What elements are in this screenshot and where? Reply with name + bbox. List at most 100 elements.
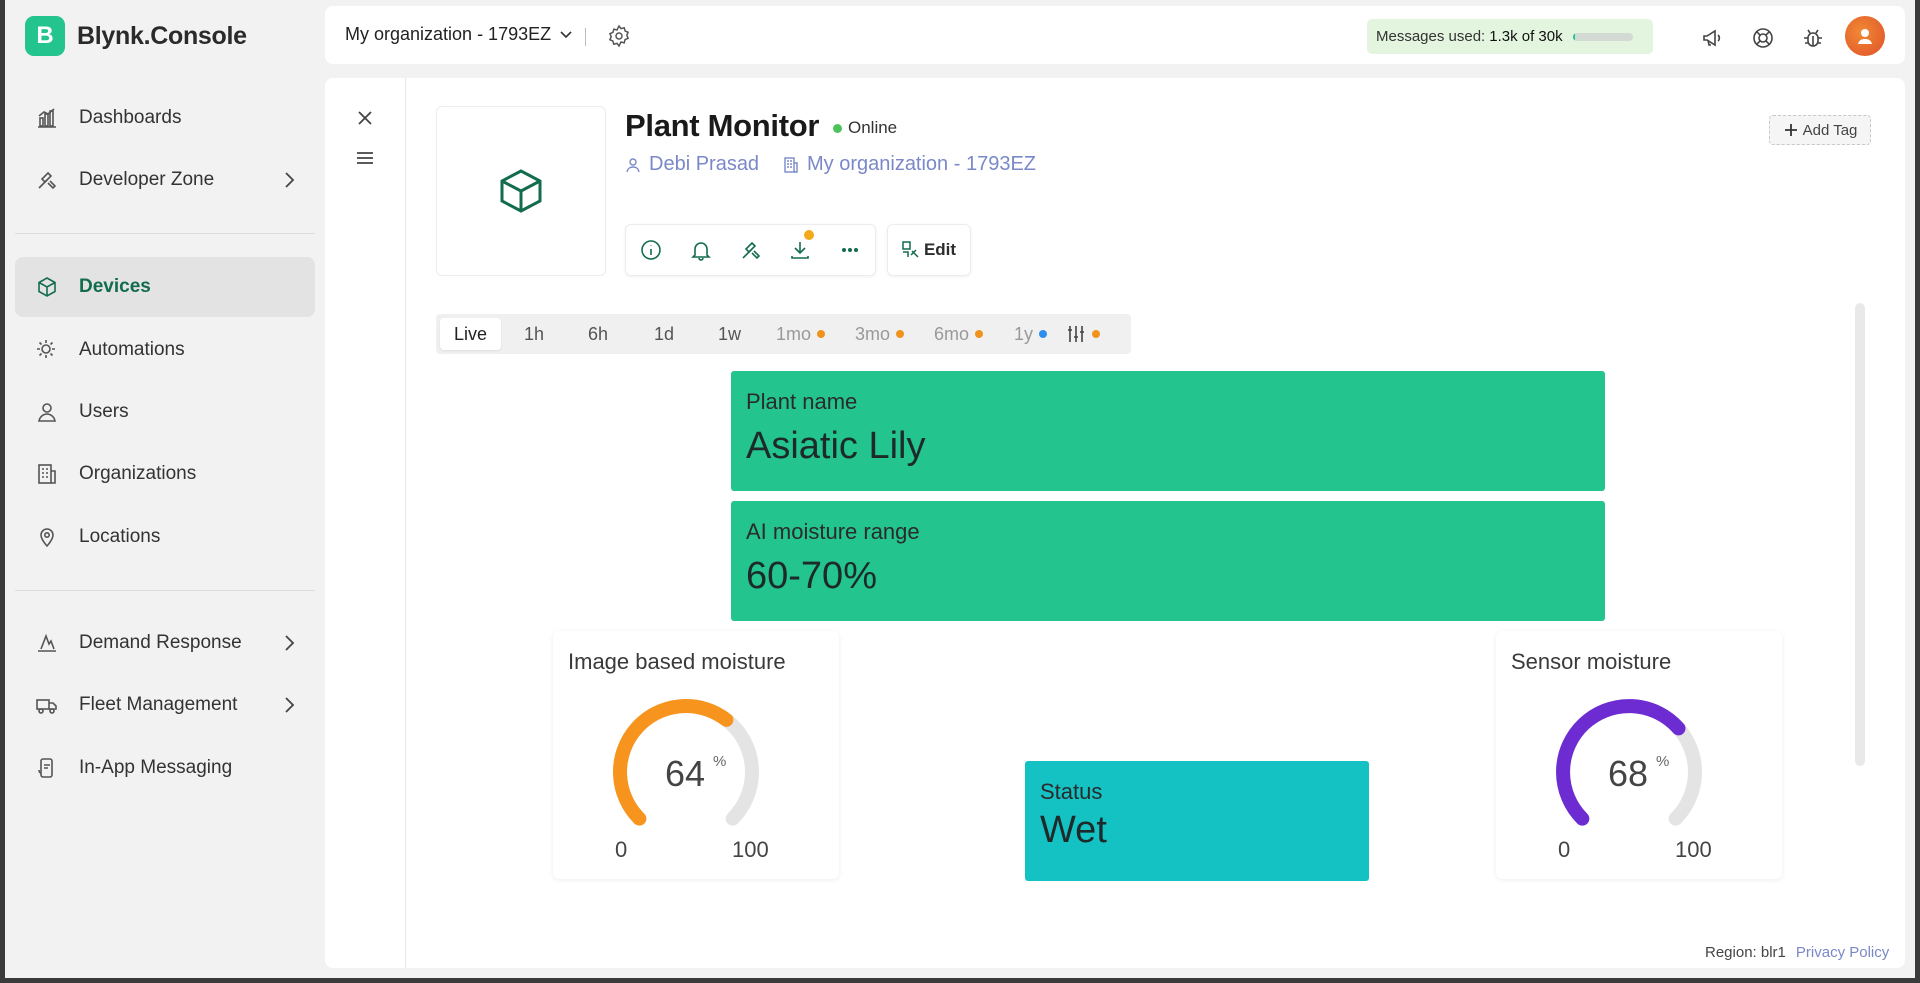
widget-value: Wet	[1040, 809, 1107, 851]
chevron-right-icon	[285, 172, 295, 188]
device-owner-link[interactable]: Debi Prasad	[625, 153, 759, 176]
sidebar-divider	[15, 590, 315, 591]
time-range-3mo[interactable]: 3mo	[855, 318, 905, 350]
sliders-icon	[1068, 326, 1084, 342]
widget-value: 60-70%	[746, 555, 877, 597]
sidebar-item-label: Users	[79, 401, 129, 422]
sidebar-item-automations[interactable]: Automations	[15, 320, 315, 380]
device-organization-name: My organization - 1793EZ	[807, 153, 1037, 175]
time-range-1y[interactable]: 1y	[1014, 318, 1048, 350]
time-range-1d[interactable]: 1d	[654, 318, 674, 350]
sidebar-item-dashboards[interactable]: Dashboards	[15, 88, 315, 148]
device-panel: Plant Monitor Online Debi Prasad My orga…	[325, 78, 1905, 968]
building-icon	[784, 156, 798, 173]
sidebar-item-locations[interactable]: Locations	[15, 507, 315, 567]
time-range-label: 1mo	[776, 323, 812, 344]
chevron-right-icon	[285, 697, 295, 713]
time-range-label: 1y	[1014, 323, 1034, 344]
close-icon[interactable]	[353, 106, 377, 130]
privacy-policy-link[interactable]: Privacy Policy	[1796, 944, 1889, 961]
plant-name-widget: Plant name Asiatic Lily	[731, 371, 1605, 491]
cube-icon	[35, 275, 59, 299]
sidebar-item-label: Demand Response	[79, 632, 242, 653]
building-icon	[35, 462, 59, 486]
time-range-1mo[interactable]: 1mo	[776, 318, 826, 350]
sidebar-item-demand-response[interactable]: Demand Response	[15, 613, 315, 673]
time-range-label: 3mo	[855, 323, 891, 344]
sidebar-item-users[interactable]: Users	[15, 382, 315, 442]
org-selector-label: My organization - 1793EZ	[345, 24, 552, 44]
sidebar-divider	[15, 233, 315, 234]
info-icon[interactable]	[640, 239, 662, 261]
tools-icon	[35, 168, 59, 192]
download-icon[interactable]	[789, 239, 811, 261]
megaphone-icon[interactable]	[1701, 26, 1725, 50]
sidebar-item-label: Automations	[79, 339, 185, 360]
time-range-6h[interactable]: 6h	[588, 318, 608, 350]
sidebar-item-fleet-management[interactable]: Fleet Management	[15, 675, 315, 735]
user-avatar[interactable]	[1845, 16, 1885, 56]
device-organization-link[interactable]: My organization - 1793EZ	[783, 153, 1036, 176]
time-range-label: 1h	[524, 323, 545, 344]
sensor-moisture-gauge-widget: Sensor moisture 68 % 0 100	[1496, 631, 1782, 879]
ai-moisture-range-widget: AI moisture range 60-70%	[731, 501, 1605, 621]
gauge-value: 68	[1608, 753, 1649, 794]
edit-dashboard-icon	[902, 241, 919, 258]
widget-label: Status	[1040, 779, 1103, 804]
gauge-value: 64	[665, 753, 706, 794]
messages-usage-value: 1.3k of 30k	[1489, 28, 1563, 45]
tools-icon[interactable]	[740, 239, 762, 261]
edit-dashboard-button[interactable]: Edit	[887, 224, 971, 276]
info-dot	[1039, 330, 1048, 338]
sidebar-item-in-app-messaging[interactable]: In-App Messaging	[15, 738, 315, 798]
sidebar-item-developer-zone[interactable]: Developer Zone	[15, 150, 315, 210]
brand[interactable]: B Blynk.Console	[25, 16, 247, 56]
sun-automation-icon	[35, 338, 59, 362]
premium-dot	[975, 330, 984, 338]
cube-icon	[500, 169, 542, 213]
chevron-down-icon	[560, 30, 572, 38]
dashboard-scrollbar[interactable]	[1855, 303, 1865, 766]
status-label: Online	[848, 118, 898, 137]
messages-usage-bar	[1572, 32, 1633, 41]
sidebar-item-devices[interactable]: Devices	[15, 257, 315, 317]
device-status: Online	[833, 118, 897, 138]
time-range-6mo[interactable]: 6mo	[934, 318, 984, 350]
sidebar: B Blynk.Console Dashboards Developer Zon…	[5, 0, 325, 978]
sidebar-item-label: Fleet Management	[79, 694, 238, 715]
org-selector[interactable]: My organization - 1793EZ	[345, 24, 573, 45]
time-range-label: 1d	[654, 323, 675, 344]
more-horizontal-icon[interactable]	[839, 239, 861, 261]
widget-label: Sensor moisture	[1511, 649, 1672, 674]
user-icon	[626, 157, 640, 172]
top-bar: My organization - 1793EZ Messages used: …	[325, 6, 1905, 64]
time-range-1h[interactable]: 1h	[524, 318, 544, 350]
time-range-label: 6h	[588, 323, 609, 344]
sidebar-item-organizations[interactable]: Organizations	[15, 444, 315, 504]
edit-label: Edit	[923, 240, 957, 259]
phone-message-icon	[35, 756, 59, 780]
time-range-1w[interactable]: 1w	[718, 318, 741, 350]
status-dot	[833, 123, 842, 133]
custom-range-button[interactable]	[1066, 318, 1100, 350]
messages-usage-badge[interactable]: Messages used: 1.3k of 30k	[1367, 19, 1653, 54]
brand-name: Blynk.Console	[77, 21, 247, 50]
time-range-live[interactable]: Live	[440, 318, 502, 350]
device-action-group	[625, 224, 876, 276]
gear-icon[interactable]	[607, 24, 631, 48]
gauge-max: 100	[1675, 837, 1712, 862]
gauge-unit: %	[713, 753, 727, 770]
user-icon	[35, 400, 59, 424]
brand-logo: B	[25, 16, 65, 56]
bug-icon[interactable]	[1801, 26, 1825, 50]
device-owner-name: Debi Prasad	[649, 153, 760, 175]
footer: Region: blr1 Privacy Policy	[1705, 944, 1889, 961]
help-lifebuoy-icon[interactable]	[1751, 26, 1775, 50]
messages-usage-fill	[1572, 32, 1576, 41]
gauge-max: 100	[732, 837, 769, 862]
hamburger-menu-icon[interactable]	[353, 146, 377, 170]
bell-icon[interactable]	[690, 239, 712, 261]
panel-rail-divider	[405, 78, 406, 968]
demand-response-icon	[35, 631, 59, 655]
add-tag-button[interactable]: Add Tag	[1769, 115, 1871, 145]
